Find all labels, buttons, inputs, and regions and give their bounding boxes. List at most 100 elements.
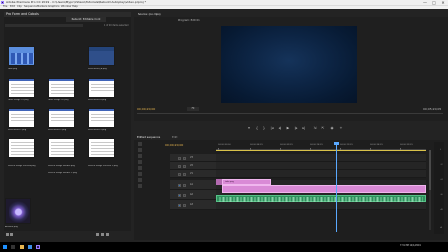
ripple-edit-tool-icon[interactable] <box>138 154 142 158</box>
ruler-label: 00;00;24;29 <box>370 144 383 146</box>
bin-search-field[interactable] <box>5 24 83 27</box>
project-item-label: Artwork.png <box>5 226 18 228</box>
ruler-label: 00;00;09;29 <box>280 144 293 146</box>
ruler-label: 00;00;29;29 <box>400 144 413 146</box>
project-item-label: Table image 02.png <box>48 99 69 101</box>
add-marker-button[interactable]: ▾ <box>247 126 251 130</box>
project-item-thumbnail[interactable] <box>8 78 35 98</box>
zoom-fit-select[interactable]: Fit <box>187 107 199 111</box>
track-label: V3 <box>190 156 193 159</box>
razor-tool-icon[interactable] <box>138 160 142 164</box>
work-area-bar[interactable] <box>216 150 426 151</box>
button-editor-button[interactable]: + <box>339 126 343 130</box>
step-back-button[interactable]: ◂| <box>278 126 282 130</box>
selection-tool-icon[interactable] <box>138 142 142 146</box>
project-item-label: Screenshot 2.png <box>48 129 67 131</box>
mute-icon[interactable] <box>178 183 181 187</box>
track-lane-v3[interactable] <box>216 154 426 162</box>
project-item-thumbnail[interactable] <box>48 78 75 98</box>
audio-clip[interactable] <box>216 195 426 202</box>
track-label: A1 <box>190 183 193 186</box>
browser-icon[interactable] <box>28 245 32 249</box>
track-lane-v2[interactable] <box>216 162 426 170</box>
track-lane-v1[interactable] <box>216 170 426 178</box>
mark-out-button[interactable]: } <box>262 126 266 130</box>
project-item-thumbnail-selected[interactable] <box>5 198 31 224</box>
export-frame-button[interactable]: ◉ <box>330 126 334 130</box>
video-clip[interactable] <box>222 185 426 193</box>
mute-icon[interactable] <box>178 203 181 207</box>
eye-icon[interactable] <box>183 164 186 168</box>
bin-tab[interactable]: Rebuild: Editable Cont <box>66 17 106 22</box>
trash-icon[interactable] <box>106 233 109 236</box>
new-bin-icon[interactable] <box>96 233 99 236</box>
mark-in-button[interactable]: { <box>255 126 259 130</box>
menu-clip[interactable]: Clip <box>17 5 22 9</box>
project-item-thumbnail[interactable] <box>8 108 35 128</box>
project-item-thumbnail[interactable] <box>48 138 75 158</box>
track-select-tool-icon[interactable] <box>138 148 142 152</box>
project-item-label: Screen Image Preview.png <box>8 165 36 167</box>
menu-file[interactable]: File <box>3 5 7 9</box>
program-scrub-bar[interactable] <box>137 113 443 114</box>
project-item-thumbnail[interactable] <box>88 78 115 98</box>
project-item-label: tabs.png <box>8 68 18 70</box>
solo-icon[interactable] <box>183 203 186 207</box>
mute-icon[interactable] <box>178 193 181 197</box>
clock[interactable]: 7:31 PM 12/1/2019 <box>400 244 421 247</box>
program-timecode[interactable]: 00;00;20;00 <box>137 107 155 111</box>
menu-markers[interactable]: Markers <box>37 5 47 9</box>
project-item-thumbnail[interactable] <box>88 108 115 128</box>
scrollbar-thumb[interactable] <box>429 150 431 190</box>
slip-tool-icon[interactable] <box>138 166 142 170</box>
meter-label: -24 <box>440 180 443 181</box>
go-to-in-button[interactable]: |◂ <box>270 126 274 130</box>
menu-graphics[interactable]: Graphics <box>48 5 59 9</box>
start-icon[interactable] <box>3 245 7 249</box>
video-clip-head[interactable] <box>216 179 222 185</box>
solo-icon[interactable] <box>183 193 186 197</box>
icon-view-icon[interactable] <box>10 233 13 236</box>
premiere-icon[interactable] <box>36 245 40 249</box>
insert-button[interactable]: ⇲ <box>313 126 317 130</box>
eye-icon[interactable] <box>183 172 186 176</box>
menu-window[interactable]: Window <box>61 5 71 9</box>
project-item-thumbnail[interactable] <box>88 46 115 66</box>
meter-label: 0 <box>440 150 442 151</box>
menu-help[interactable]: Help <box>72 5 78 9</box>
step-forward-button[interactable]: |▸ <box>294 126 298 130</box>
type-tool-icon[interactable] <box>138 184 142 188</box>
project-item-label: Screenshot 4.png <box>88 99 107 101</box>
overwrite-button[interactable]: ⇱ <box>321 126 325 130</box>
ruler-label: 00;00;19;29 <box>340 144 353 146</box>
project-item-thumbnail[interactable] <box>48 108 75 128</box>
track-label: V2 <box>190 164 193 167</box>
project-item-thumbnail[interactable] <box>88 138 115 158</box>
lock-icon[interactable] <box>178 172 181 176</box>
search-icon[interactable] <box>11 245 15 249</box>
folder-icon[interactable] <box>20 245 24 249</box>
new-item-icon[interactable] <box>101 233 104 236</box>
hand-tool-icon[interactable] <box>138 178 142 182</box>
project-item-thumbnail[interactable] <box>8 138 35 158</box>
project-item-thumbnail[interactable] <box>8 46 35 66</box>
eye-icon[interactable] <box>183 156 186 160</box>
pen-tool-icon[interactable] <box>138 172 142 176</box>
menu-sequence[interactable]: Sequence <box>24 5 37 9</box>
lock-icon[interactable] <box>178 164 181 168</box>
go-to-out-button[interactable]: ▸| <box>302 126 306 130</box>
solo-icon[interactable] <box>183 183 186 187</box>
track-label: A3 <box>190 203 193 206</box>
timeline-timecode[interactable]: 00;00;20;00 <box>165 143 183 147</box>
program-panel-tab[interactable]: Program: Edit 01 <box>178 18 200 23</box>
windows-taskbar <box>0 242 448 252</box>
project-item-label: Table image 01.png <box>8 99 29 101</box>
track-header-a2: A2 <box>170 190 216 200</box>
menu-edit[interactable]: Edit <box>10 5 15 9</box>
play-button[interactable]: ▶ <box>286 126 290 130</box>
project-panel-footer <box>4 232 131 237</box>
list-view-icon[interactable] <box>6 233 9 236</box>
lock-icon[interactable] <box>178 156 181 160</box>
project-item-label: Screen Image Preview 2.png <box>88 165 118 167</box>
timeline-playhead[interactable] <box>336 142 337 232</box>
